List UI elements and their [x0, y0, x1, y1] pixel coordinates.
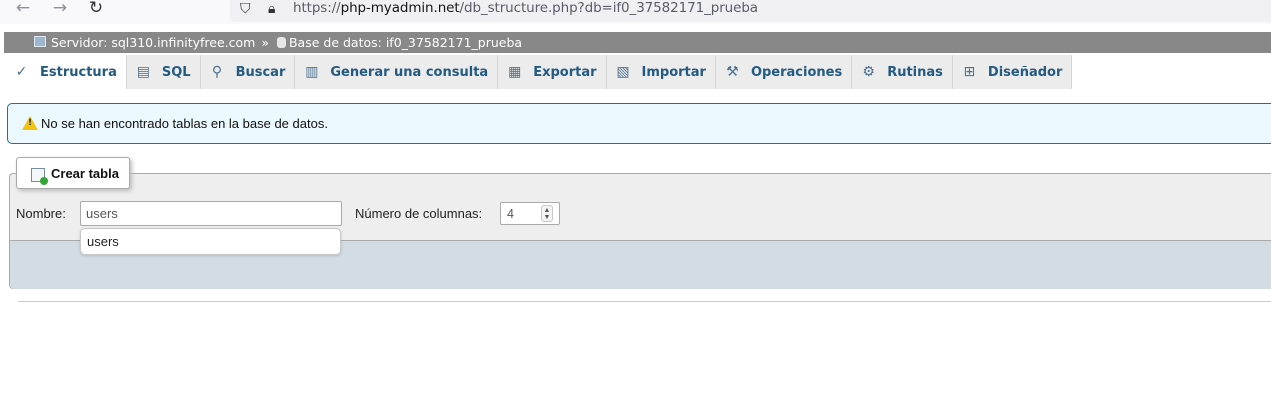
tab-label: SQL	[161, 64, 191, 80]
routines-icon: ⚙	[862, 63, 875, 80]
tab-disenador[interactable]: ⊞ Diseñador	[952, 55, 1073, 89]
import-icon: ▧	[616, 63, 630, 80]
no-tables-notice: No se han encontrado tablas en la base d…	[7, 103, 1271, 144]
url-path: /db_structure.php?db=if0_37582171_prueba	[459, 0, 759, 16]
lock-icon[interactable]: 🔒︎	[268, 1, 275, 17]
url-bar[interactable]: ⛉ 🔒︎ https://php-myadmin.net/db_structur…	[230, 0, 1271, 22]
query-icon: ▥	[305, 63, 319, 80]
tab-generar-consulta[interactable]: ▥ Generar una consulta	[295, 55, 499, 89]
create-table-legend: Crear tabla	[16, 157, 130, 189]
sql-icon: ▤	[136, 63, 150, 80]
tab-label: Exportar	[533, 64, 597, 80]
tab-operaciones[interactable]: ⚒ Operaciones	[715, 55, 853, 89]
tab-label: Generar una consulta	[330, 64, 489, 80]
designer-icon: ⊞	[963, 63, 976, 80]
url-scheme: https://	[293, 0, 341, 16]
url-text: https://php-myadmin.net/db_structure.php…	[293, 0, 758, 17]
tab-label: Operaciones	[750, 64, 843, 80]
export-icon: ▦	[508, 63, 522, 80]
tab-label: Importar	[641, 64, 706, 80]
create-table-title: Crear tabla	[51, 165, 119, 181]
tab-label: Rutinas	[887, 64, 943, 80]
spinner-down-icon[interactable]: ▼	[544, 214, 551, 221]
reload-icon[interactable]: ↻	[85, 0, 107, 20]
tab-estructura[interactable]: ✓ Estructura	[0, 55, 127, 89]
tab-label: Diseñador	[987, 64, 1063, 80]
forward-arrow-icon[interactable]: →	[49, 0, 71, 20]
tab-importar[interactable]: ▧ Importar	[606, 55, 716, 89]
tab-label: Buscar	[235, 64, 286, 80]
wrench-icon: ⚒	[726, 63, 739, 80]
breadcrumb-separator: »	[261, 35, 269, 50]
tab-exportar[interactable]: ▦ Exportar	[498, 55, 607, 89]
divider	[18, 301, 1271, 302]
autocomplete-suggestion[interactable]: users	[80, 228, 341, 255]
browser-toolbar: ← → ↻ ⛉ 🔒︎ https://php-myadmin.net/db_st…	[0, 0, 1271, 24]
tab-sql[interactable]: ▤ SQL	[126, 55, 201, 89]
url-host: php-myadmin.net	[340, 0, 460, 16]
notice-text: No se han encontrado tablas en la base d…	[41, 116, 328, 131]
new-table-icon	[31, 167, 48, 185]
structure-icon: ✓	[15, 63, 28, 80]
shield-icon[interactable]: ⛉	[240, 1, 251, 17]
columns-count-value: 4	[507, 207, 514, 221]
main-tabs: ✓ Estructura ▤ SQL ⚲ Buscar ▥ Generar una co…	[0, 55, 1073, 89]
table-name-input[interactable]: users	[80, 201, 342, 226]
tab-buscar[interactable]: ⚲ Buscar	[200, 55, 296, 89]
number-spinner-icon[interactable]: ▲ ▼	[541, 205, 553, 222]
tab-rutinas[interactable]: ⚙ Rutinas	[852, 55, 953, 89]
breadcrumb: Servidor: sql310.infinityfree.com » Base…	[4, 32, 1271, 53]
breadcrumb-server[interactable]: Servidor: sql310.infinityfree.com	[51, 35, 255, 50]
columns-count-label: Número de columnas:	[355, 206, 483, 221]
table-name-label: Nombre:	[16, 206, 66, 221]
spinner-up-icon[interactable]: ▲	[544, 207, 551, 214]
back-arrow-icon[interactable]: ←	[12, 0, 34, 20]
breadcrumb-database[interactable]: Base de datos: if0_37582171_prueba	[289, 35, 522, 50]
columns-count-input[interactable]: 4 ▲ ▼	[500, 202, 560, 225]
tab-label: Estructura	[40, 64, 117, 80]
server-icon	[34, 36, 46, 47]
search-icon: ⚲	[211, 63, 223, 80]
warning-icon	[22, 116, 38, 130]
database-icon	[276, 37, 286, 48]
